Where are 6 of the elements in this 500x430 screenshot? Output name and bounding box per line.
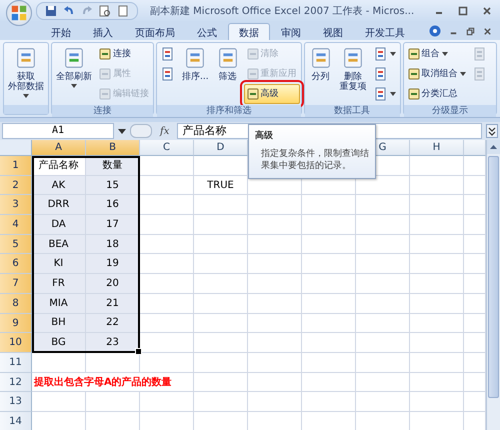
tooltip-title: 高级 xyxy=(255,129,274,142)
group-label: 分级显示 xyxy=(432,106,468,116)
group-label: 排序和筛选 xyxy=(206,106,252,116)
window-title: 副本新建 Microsoft Office Excel 2007 工作表 - Micros... xyxy=(150,4,414,18)
group-label: 数据工具 xyxy=(334,106,370,116)
group-label: 连接 xyxy=(94,106,112,116)
